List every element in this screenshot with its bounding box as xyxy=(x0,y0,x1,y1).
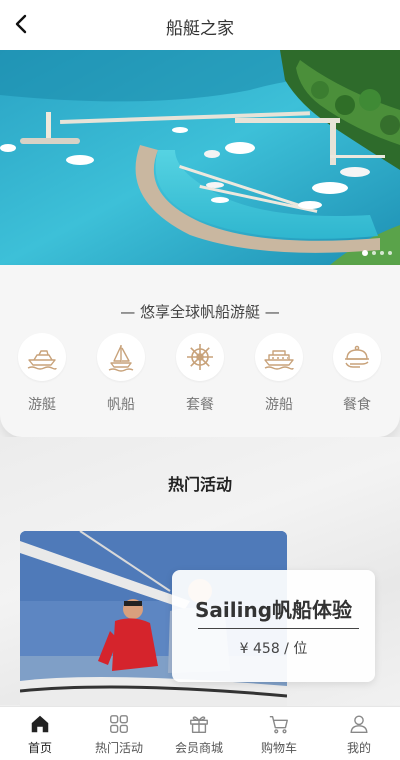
banner-carousel[interactable] xyxy=(0,50,400,265)
yacht-icon xyxy=(27,350,57,370)
category-label: 餐食 xyxy=(343,397,371,413)
category-label: 游艇 xyxy=(28,397,56,413)
category-cruise[interactable]: 游船 xyxy=(249,333,309,414)
header: 船艇之家 xyxy=(0,0,400,50)
tab-home[interactable]: 首页 xyxy=(0,707,80,760)
gift-icon xyxy=(190,716,208,733)
category-icon-wrap xyxy=(18,333,66,381)
tab-label: 购物车 xyxy=(260,741,297,755)
category-icon-wrap xyxy=(255,333,303,381)
category-icon-wrap xyxy=(333,333,381,381)
tab-hot-activities[interactable]: 热门活动 xyxy=(79,707,159,760)
category-yacht[interactable]: 游艇 xyxy=(12,333,72,414)
category-food[interactable]: 餐食 xyxy=(327,333,387,414)
category-icon-wrap xyxy=(97,333,145,381)
category-sailboat[interactable]: 帆船 xyxy=(91,333,151,414)
carousel-dots[interactable] xyxy=(362,250,392,256)
category-label: 帆船 xyxy=(107,397,135,413)
tab-label: 热门活动 xyxy=(94,741,143,755)
tab-label: 首页 xyxy=(27,741,52,755)
bottom-tab-bar: 首页 热门活动 会员商城 购物车 我的 xyxy=(0,706,400,760)
activity-price: ¥ 458 / 位 xyxy=(239,641,308,657)
activity-divider xyxy=(198,628,359,629)
section-title: 热门活动 xyxy=(167,475,232,494)
marina-banner-image xyxy=(0,50,400,265)
tab-label: 我的 xyxy=(346,741,371,755)
category-package[interactable]: 套餐 xyxy=(170,333,230,414)
category-heading: — 悠享全球帆船游艇 — xyxy=(120,303,280,321)
food-cloche-icon xyxy=(345,345,369,368)
home-icon xyxy=(31,715,49,733)
category-icon-wrap xyxy=(176,333,224,381)
tab-cart[interactable]: 购物车 xyxy=(239,707,319,760)
page-title: 船艇之家 xyxy=(166,19,234,39)
grid-icon xyxy=(110,715,128,733)
carousel-dot[interactable] xyxy=(362,250,368,256)
sailboat-icon xyxy=(108,345,134,372)
hot-activities-section: 热门活动 Sailing帆船体验 ¥ 458 / 位 xyxy=(0,437,400,711)
tab-member-mall[interactable]: 会员商城 xyxy=(159,707,239,760)
cart-icon xyxy=(269,715,288,734)
ship-wheel-icon xyxy=(187,344,213,370)
carousel-dot[interactable] xyxy=(380,251,384,255)
tab-mine[interactable]: 我的 xyxy=(319,707,399,760)
carousel-dot[interactable] xyxy=(372,251,376,255)
cruise-ship-icon xyxy=(264,350,294,370)
activity-title: Sailing帆船体验 xyxy=(194,598,353,622)
carousel-dot[interactable] xyxy=(388,251,392,255)
activity-card[interactable]: Sailing帆船体验 ¥ 458 / 位 xyxy=(172,570,375,682)
category-label: 套餐 xyxy=(186,397,214,413)
user-icon xyxy=(350,715,368,733)
category-panel: — 悠享全球帆船游艇 — 游艇 帆船 套餐 游船 餐食 xyxy=(0,265,400,437)
category-label: 游船 xyxy=(265,397,293,413)
tab-label: 会员商城 xyxy=(174,741,223,755)
